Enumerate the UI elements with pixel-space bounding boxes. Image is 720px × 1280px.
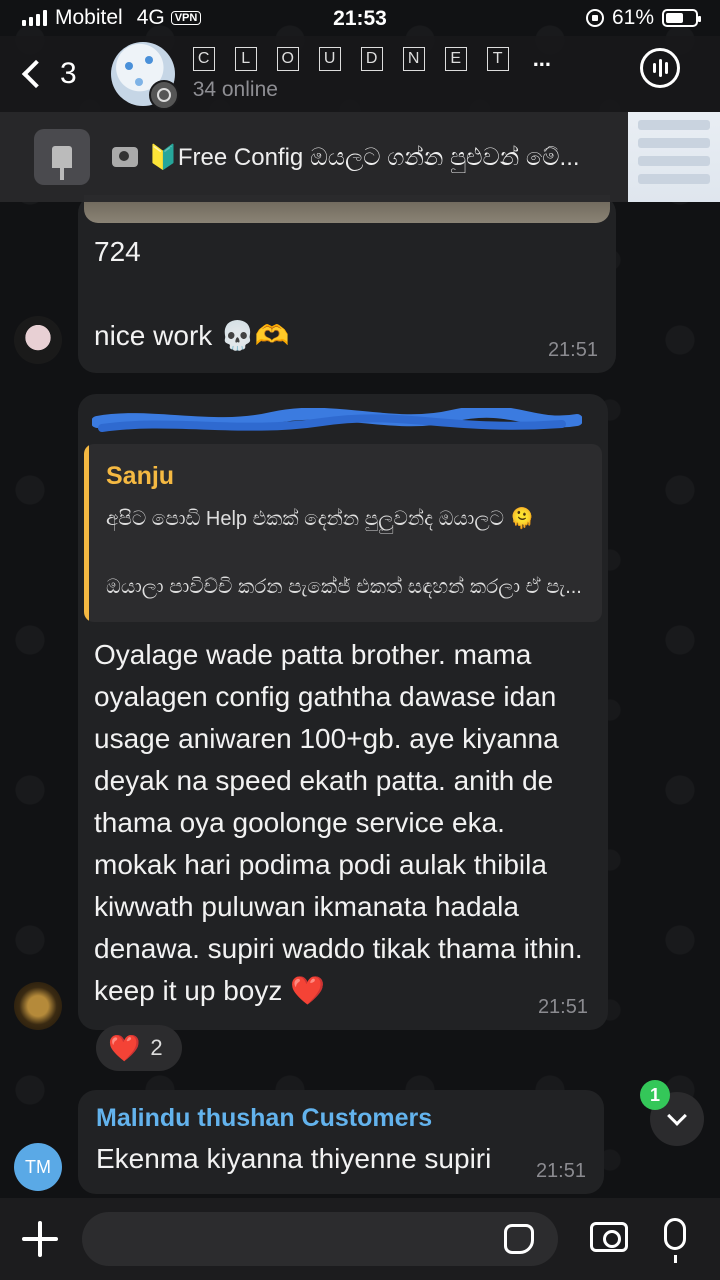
title-letter: E (444, 47, 467, 71)
composer-bar (0, 1198, 720, 1280)
message-text: nice work 💀🫶 (94, 320, 290, 351)
reaction-chip[interactable]: ❤️ 2 (96, 1025, 182, 1071)
reaction-count: 2 (150, 1035, 163, 1060)
reply-sender: Sanju (106, 462, 175, 490)
unread-chats-count: 3 (60, 57, 77, 90)
message-text: Oyalage wade patta brother. mama oyalage… (94, 639, 583, 1006)
group-avatar[interactable] (110, 42, 179, 110)
status-bar: Mobitel 4G VPN 21:53 61% (0, 0, 720, 36)
clock: 21:53 (333, 7, 387, 30)
camera-button[interactable] (590, 1222, 628, 1252)
unread-badge: 1 (640, 1080, 670, 1110)
message-bubble[interactable]: 724 nice work 💀🫶 21:51 (78, 195, 616, 373)
message-time: 21:51 (535, 1160, 586, 1182)
camera-icon (112, 147, 138, 167)
title-letter: O (276, 47, 299, 71)
attach-button[interactable] (22, 1221, 58, 1257)
reply-bar (84, 444, 89, 622)
battery-icon (662, 9, 701, 27)
user-avatar[interactable] (14, 982, 62, 1030)
redacted-sender-name (92, 408, 582, 432)
heart-icon: ❤️ (108, 1032, 141, 1063)
reply-quote[interactable]: Sanju අපිට පොඩි Help එකක් දෙන්න පුලුවන්ද… (84, 444, 602, 622)
back-button[interactable]: 3 (18, 57, 77, 91)
pinned-text: 🔰Free Config ඔයලට ගන්න පුළුවන් මේ... (148, 143, 580, 171)
title-letter: U (318, 47, 341, 71)
pinned-message-bar[interactable]: 🔰Free Config ඔයලට ගන්න පුළුවන් මේ... (0, 112, 720, 202)
message-input[interactable] (82, 1212, 558, 1266)
chevron-down-icon (667, 1106, 687, 1126)
sender-name[interactable]: Malindu thushan Customers (96, 1104, 432, 1133)
message-bubble[interactable]: Sanju අපිට පොඩි Help එකක් දෙන්න පුලුවන්ද… (78, 394, 608, 1030)
message-text: 724 (94, 236, 141, 267)
title-letter: N (402, 47, 425, 71)
voice-chat-button[interactable] (640, 48, 680, 88)
message-time: 21:51 (537, 996, 588, 1018)
chevron-left-icon (21, 59, 51, 89)
chat-header: 3 C L O U D N E T ... 34 online (0, 36, 720, 112)
sticker-icon[interactable] (504, 1224, 534, 1254)
user-avatar[interactable] (14, 316, 62, 364)
user-avatar[interactable]: TM (14, 1143, 62, 1191)
title-letter: C (192, 47, 215, 71)
title-ellipsis: ... (532, 46, 552, 71)
message-time: 21:51 (547, 339, 598, 361)
reply-text: ඔයාලා පාවිච්චි කරන පැකේජ් එකත් සඳහන් කරල… (106, 576, 582, 598)
microphone-button[interactable] (664, 1218, 686, 1263)
rotation-lock-icon (585, 9, 604, 27)
pinned-thumbnail (628, 112, 720, 202)
title-letter: D (360, 47, 383, 71)
chat-title: C L O U D N E T ... (192, 46, 552, 72)
online-count: 34 online (192, 78, 278, 101)
message-bubble[interactable]: Malindu thushan Customers Ekenma kiyanna… (78, 1090, 604, 1194)
reply-text: අපිට පොඩි Help එකක් දෙන්න පුලුවන්ද ඔයාලට… (106, 508, 535, 530)
title-letter: L (234, 47, 257, 71)
loading-icon (148, 80, 179, 110)
chat-title-area[interactable]: C L O U D N E T ... 34 online (192, 46, 552, 102)
message-text: Ekenma kiyanna thiyenne supiri (96, 1143, 492, 1174)
title-letter: T (486, 47, 509, 71)
battery-fill (666, 13, 684, 23)
pin-icon[interactable] (34, 129, 90, 185)
